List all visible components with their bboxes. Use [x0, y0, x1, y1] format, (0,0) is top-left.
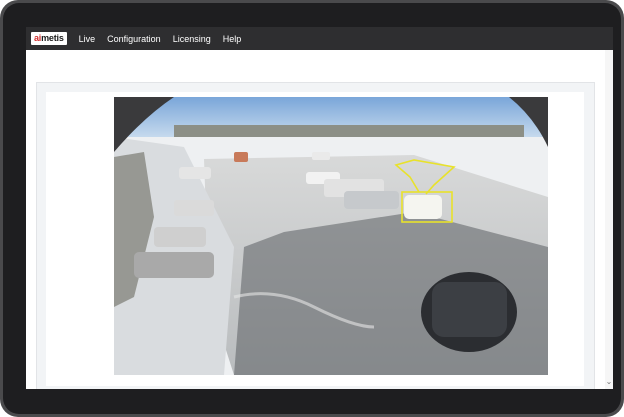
aimetis-logo[interactable]: aimetis — [31, 32, 67, 45]
nav-help[interactable]: Help — [223, 34, 242, 44]
chevron-down-icon[interactable]: ⌄ — [605, 377, 613, 387]
vertical-scrollbar[interactable]: ⌄ — [605, 50, 613, 389]
video-frame — [114, 97, 548, 375]
nav-live[interactable]: Live — [79, 34, 96, 44]
nav-licensing[interactable]: Licensing — [173, 34, 211, 44]
tablet-frame: aimetis Live Configuration Licensing Hel… — [0, 0, 624, 417]
nav-configuration[interactable]: Configuration — [107, 34, 161, 44]
tablet-bezel: aimetis Live Configuration Licensing Hel… — [3, 3, 621, 414]
camera-video-feed[interactable] — [114, 97, 548, 375]
top-navbar: aimetis Live Configuration Licensing Hel… — [26, 27, 613, 50]
browser-screen: aimetis Live Configuration Licensing Hel… — [26, 27, 613, 389]
